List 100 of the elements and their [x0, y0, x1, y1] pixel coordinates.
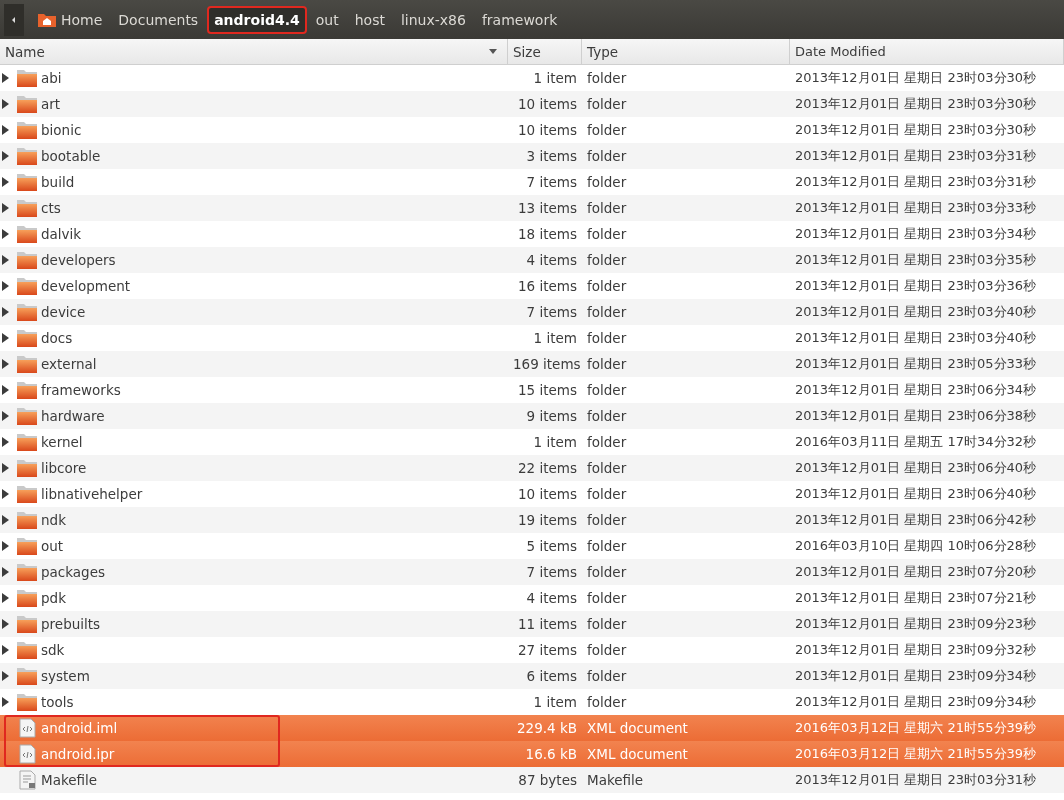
expander-arrow-icon[interactable] — [2, 671, 9, 681]
expander-arrow-icon[interactable] — [2, 567, 9, 577]
file-size: 1 item — [532, 694, 578, 710]
expander-arrow-icon[interactable] — [2, 177, 9, 187]
date-modified: 2013年12月01日 星期日 23时09分34秒 — [794, 667, 1038, 685]
date-modified: 2013年12月01日 星期日 23时03分30秒 — [794, 69, 1038, 87]
folder-icon — [16, 146, 38, 166]
expander-arrow-icon[interactable] — [2, 593, 9, 603]
file-size: 7 items — [525, 174, 578, 190]
expander-arrow-icon[interactable] — [2, 359, 9, 369]
expander-arrow-icon[interactable] — [2, 229, 9, 239]
file-name: android.ipr — [41, 746, 115, 762]
column-header[interactable]: Type — [582, 39, 790, 64]
date-modified: 2013年12月01日 星期日 23时03分30秒 — [794, 95, 1038, 113]
file-name: developers — [41, 252, 116, 268]
file-name: device — [41, 304, 86, 320]
date-modified: 2013年12月01日 星期日 23时03分31秒 — [794, 147, 1038, 165]
breadcrumb-button[interactable]: Documents — [111, 5, 206, 34]
folder-icon — [16, 484, 38, 504]
column-header[interactable]: Date Modified — [790, 39, 1064, 64]
file-row[interactable]: libcore 22 items folder 2013年12月01日 星期日 23时06分40秒 — [0, 455, 1064, 481]
file-type: folder — [586, 70, 628, 86]
code-document-icon — [16, 718, 38, 738]
text-document-icon — [16, 770, 38, 790]
file-name: art — [41, 96, 61, 112]
file-type: folder — [586, 382, 628, 398]
expander-arrow-icon[interactable] — [2, 619, 9, 629]
breadcrumb-button[interactable]: out — [308, 5, 346, 34]
folder-icon — [16, 172, 38, 192]
file-size: 10 items — [517, 96, 578, 112]
expander-arrow-icon[interactable] — [2, 489, 9, 499]
folder-icon — [16, 354, 38, 374]
file-row[interactable]: developers 4 items folder 2013年12月01日 星期日 23时03分35秒 — [0, 247, 1064, 273]
expander-arrow-icon[interactable] — [2, 73, 9, 83]
expander-arrow-icon[interactable] — [2, 99, 9, 109]
date-modified: 2013年12月01日 星期日 23时03分36秒 — [794, 277, 1038, 295]
file-name: abi — [41, 70, 62, 86]
file-name: docs — [41, 330, 73, 346]
file-row[interactable]: art 10 items folder 2013年12月01日 星期日 23时03分30秒 — [0, 91, 1064, 117]
expander-arrow-icon[interactable] — [2, 307, 9, 317]
expander-arrow-icon[interactable] — [2, 463, 9, 473]
expander-arrow-icon[interactable] — [2, 255, 9, 265]
column-header[interactable]: Size — [508, 39, 582, 64]
file-size: 27 items — [517, 642, 578, 658]
file-row[interactable]: cts 13 items folder 2013年12月01日 星期日 23时03分33秒 — [0, 195, 1064, 221]
folder-icon — [16, 68, 38, 88]
file-size: 15 items — [517, 382, 578, 398]
file-name: frameworks — [41, 382, 121, 398]
expander-arrow-icon[interactable] — [2, 697, 9, 707]
expander-arrow-icon[interactable] — [2, 333, 9, 343]
breadcrumb-button[interactable]: linux-x86 — [393, 5, 473, 34]
file-type: folder — [586, 408, 628, 424]
file-name: build — [41, 174, 75, 190]
file-type: folder — [586, 252, 628, 268]
expander-arrow-icon[interactable] — [2, 203, 9, 213]
file-row[interactable]: ndk 19 items folder 2013年12月01日 星期日 23时06分42秒 — [0, 507, 1064, 533]
file-name: tools — [41, 694, 74, 710]
file-row[interactable]: Makefile 87 bytes Makefile 2013年12月01日 星期日 23时03分31秒 — [0, 767, 1064, 793]
expander-arrow-icon[interactable] — [2, 437, 9, 447]
file-name: pdk — [41, 590, 66, 606]
breadcrumb-button[interactable]: Home — [30, 5, 110, 34]
file-type: folder — [586, 694, 628, 710]
date-modified: 2013年12月01日 星期日 23时03分30秒 — [794, 121, 1038, 139]
file-name: development — [41, 278, 131, 294]
date-modified: 2013年12月01日 星期日 23时09分34秒 — [794, 693, 1038, 711]
expander-arrow-icon[interactable] — [2, 151, 9, 161]
column-header[interactable]: Name — [0, 39, 508, 64]
file-size: 1 item — [532, 434, 578, 450]
file-size: 11 items — [517, 616, 578, 632]
breadcrumb-button[interactable]: framework — [474, 5, 565, 34]
folder-icon — [16, 692, 38, 712]
file-row[interactable]: bootable 3 items folder 2013年12月01日 星期日 23时03分31秒 — [0, 143, 1064, 169]
file-type: folder — [586, 330, 628, 346]
file-row[interactable]: device 7 items folder 2013年12月01日 星期日 23时03分40秒 — [0, 299, 1064, 325]
file-row[interactable]: external 169 items folder 2013年12月01日 星期日 23时05分33秒 — [0, 351, 1064, 377]
folder-icon — [16, 328, 38, 348]
breadcrumb-button[interactable]: android4.4 — [207, 5, 307, 34]
expander-arrow-icon[interactable] — [2, 125, 9, 135]
file-row[interactable]: prebuilts 11 items folder 2013年12月01日 星期日 23时09分23秒 — [0, 611, 1064, 637]
expander-arrow-icon[interactable] — [2, 515, 9, 525]
file-row[interactable]: packages 7 items folder 2013年12月01日 星期日 23时07分20秒 — [0, 559, 1064, 585]
breadcrumb-button[interactable]: host — [347, 5, 392, 34]
date-modified: 2013年12月01日 星期日 23时03分40秒 — [794, 329, 1038, 347]
expander-arrow-icon[interactable] — [2, 645, 9, 655]
expander-arrow-icon[interactable] — [2, 385, 9, 395]
folder-icon — [16, 666, 38, 686]
folder-icon — [16, 302, 38, 322]
expander-arrow-icon[interactable] — [2, 411, 9, 421]
file-row[interactable]: system 6 items folder 2013年12月01日 星期日 23时09分34秒 — [0, 663, 1064, 689]
file-size: 7 items — [525, 304, 578, 320]
sort-caret-icon — [489, 49, 497, 54]
file-size: 9 items — [525, 408, 578, 424]
file-type: folder — [586, 512, 628, 528]
file-size: 87 bytes — [517, 772, 578, 788]
file-size: 1 item — [532, 70, 578, 86]
expander-arrow-icon[interactable] — [2, 281, 9, 291]
file-row[interactable]: hardware 9 items folder 2013年12月01日 星期日 23时06分38秒 — [0, 403, 1064, 429]
expander-arrow-icon[interactable] — [2, 541, 9, 551]
date-modified: 2013年12月01日 星期日 23时07分20秒 — [794, 563, 1038, 581]
file-type: folder — [586, 668, 628, 684]
